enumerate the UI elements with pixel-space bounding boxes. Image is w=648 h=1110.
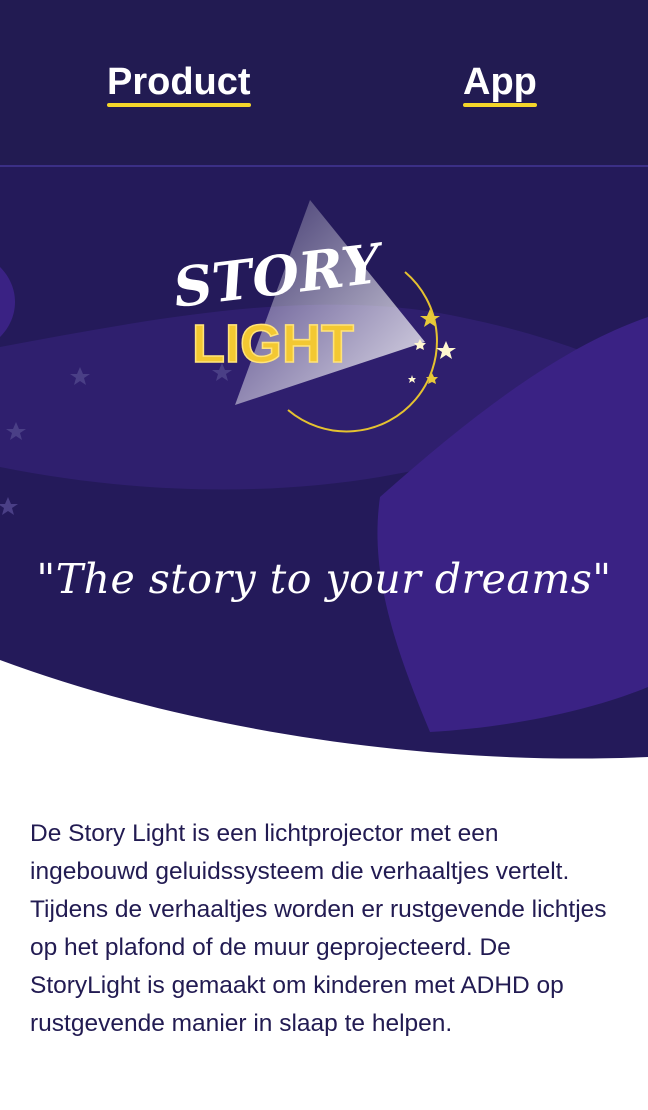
hero-tagline: "The story to your dreams" xyxy=(36,555,612,603)
hero-section: STORY LIGHT "The story to your dreams" xyxy=(0,167,648,767)
nav-product-link[interactable]: Product xyxy=(107,58,251,107)
hero-background: STORY LIGHT xyxy=(0,167,648,767)
product-description: De Story Light is een lichtprojector met… xyxy=(30,820,607,1037)
logo-light-text: LIGHT xyxy=(192,314,354,374)
page: Product App STORY LIGHT "The story to yo… xyxy=(0,0,648,1110)
nav-app-link[interactable]: App xyxy=(463,58,537,107)
top-nav: Product App xyxy=(0,0,648,167)
